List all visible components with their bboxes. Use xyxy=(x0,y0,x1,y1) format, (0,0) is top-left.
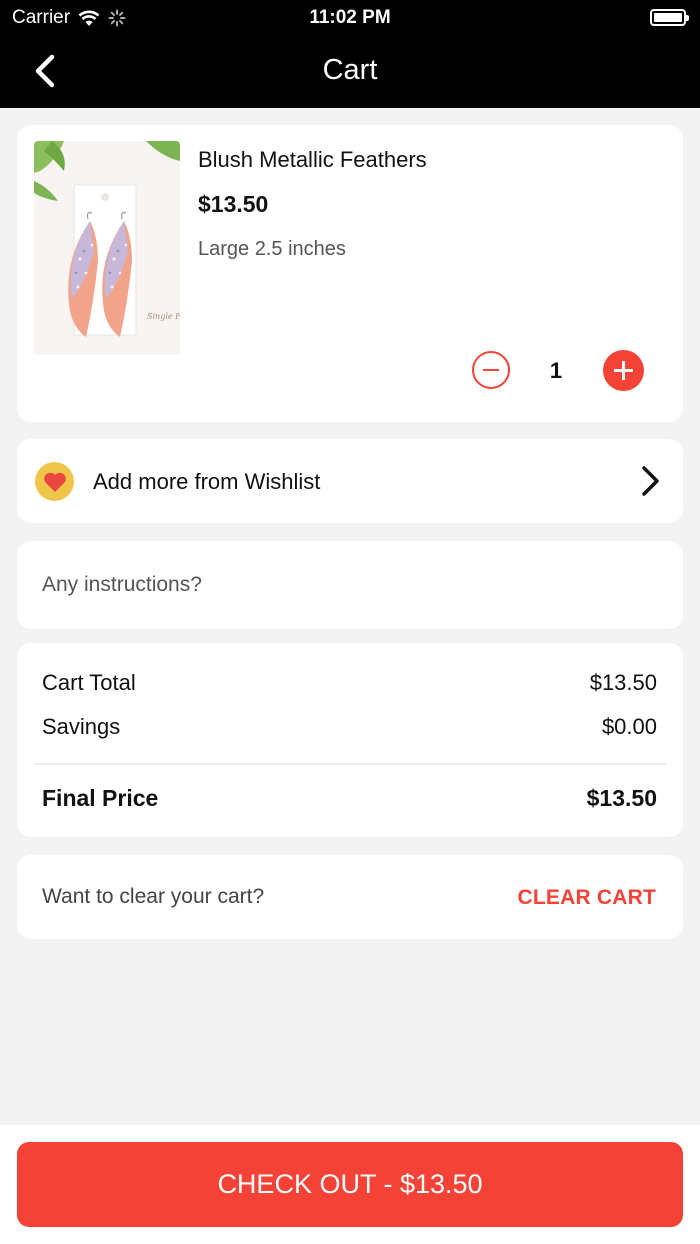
battery-icon xyxy=(650,9,689,26)
product-variant: Large 2.5 inches xyxy=(198,238,346,260)
price-summary-card: Cart Total $13.50 Savings $0.00 Final Pr… xyxy=(17,643,683,837)
heart-shape xyxy=(43,472,66,492)
wishlist-label: Add more from Wishlist xyxy=(93,469,321,494)
earring-image: Single F xyxy=(34,141,180,355)
increase-quantity-button[interactable] xyxy=(603,350,644,391)
cart-item-card: Single F Blush Metallic Feathers $13.50 … xyxy=(17,125,683,422)
divider xyxy=(34,763,666,765)
product-price: $13.50 xyxy=(198,191,269,217)
chevron-right-icon xyxy=(642,466,659,496)
clear-cart-prompt: Want to clear your cart? xyxy=(42,885,265,908)
instructions-card xyxy=(17,541,683,629)
savings-value: $0.00 xyxy=(601,714,657,739)
cart-total-row: Cart Total $13.50 xyxy=(42,670,657,696)
instructions-input[interactable] xyxy=(42,563,652,607)
image-watermark: Single F xyxy=(147,312,180,321)
product-image[interactable]: Single F xyxy=(34,141,180,355)
wishlist-row[interactable]: Add more from Wishlist xyxy=(17,439,683,523)
final-price-label: Final Price xyxy=(42,785,159,811)
page-title: Cart xyxy=(322,54,378,86)
savings-row: Savings $0.00 xyxy=(42,714,657,740)
clear-cart-button[interactable]: CLEAR CART xyxy=(518,886,657,910)
clear-cart-card: Want to clear your cart? CLEAR CART xyxy=(17,855,683,939)
status-time: 11:02 PM xyxy=(309,7,391,28)
status-bar: Carrier 11:02 PM xyxy=(0,0,700,36)
heart-icon xyxy=(35,462,74,501)
final-price-value: $13.50 xyxy=(586,785,657,811)
savings-label: Savings xyxy=(42,714,121,739)
battery-level xyxy=(654,13,682,22)
cart-total-value: $13.50 xyxy=(589,670,657,695)
cart-total-label: Cart Total xyxy=(42,670,136,695)
quantity-value: 1 xyxy=(549,358,563,383)
product-name[interactable]: Blush Metallic Feathers xyxy=(198,147,427,173)
decrease-quantity-button[interactable] xyxy=(472,351,510,389)
checkout-bar: CHECK OUT - $13.50 xyxy=(0,1125,700,1244)
final-price-row: Final Price $13.50 xyxy=(42,785,657,812)
checkout-button[interactable]: CHECK OUT - $13.50 xyxy=(17,1142,683,1227)
header-bar: Cart xyxy=(0,36,700,108)
